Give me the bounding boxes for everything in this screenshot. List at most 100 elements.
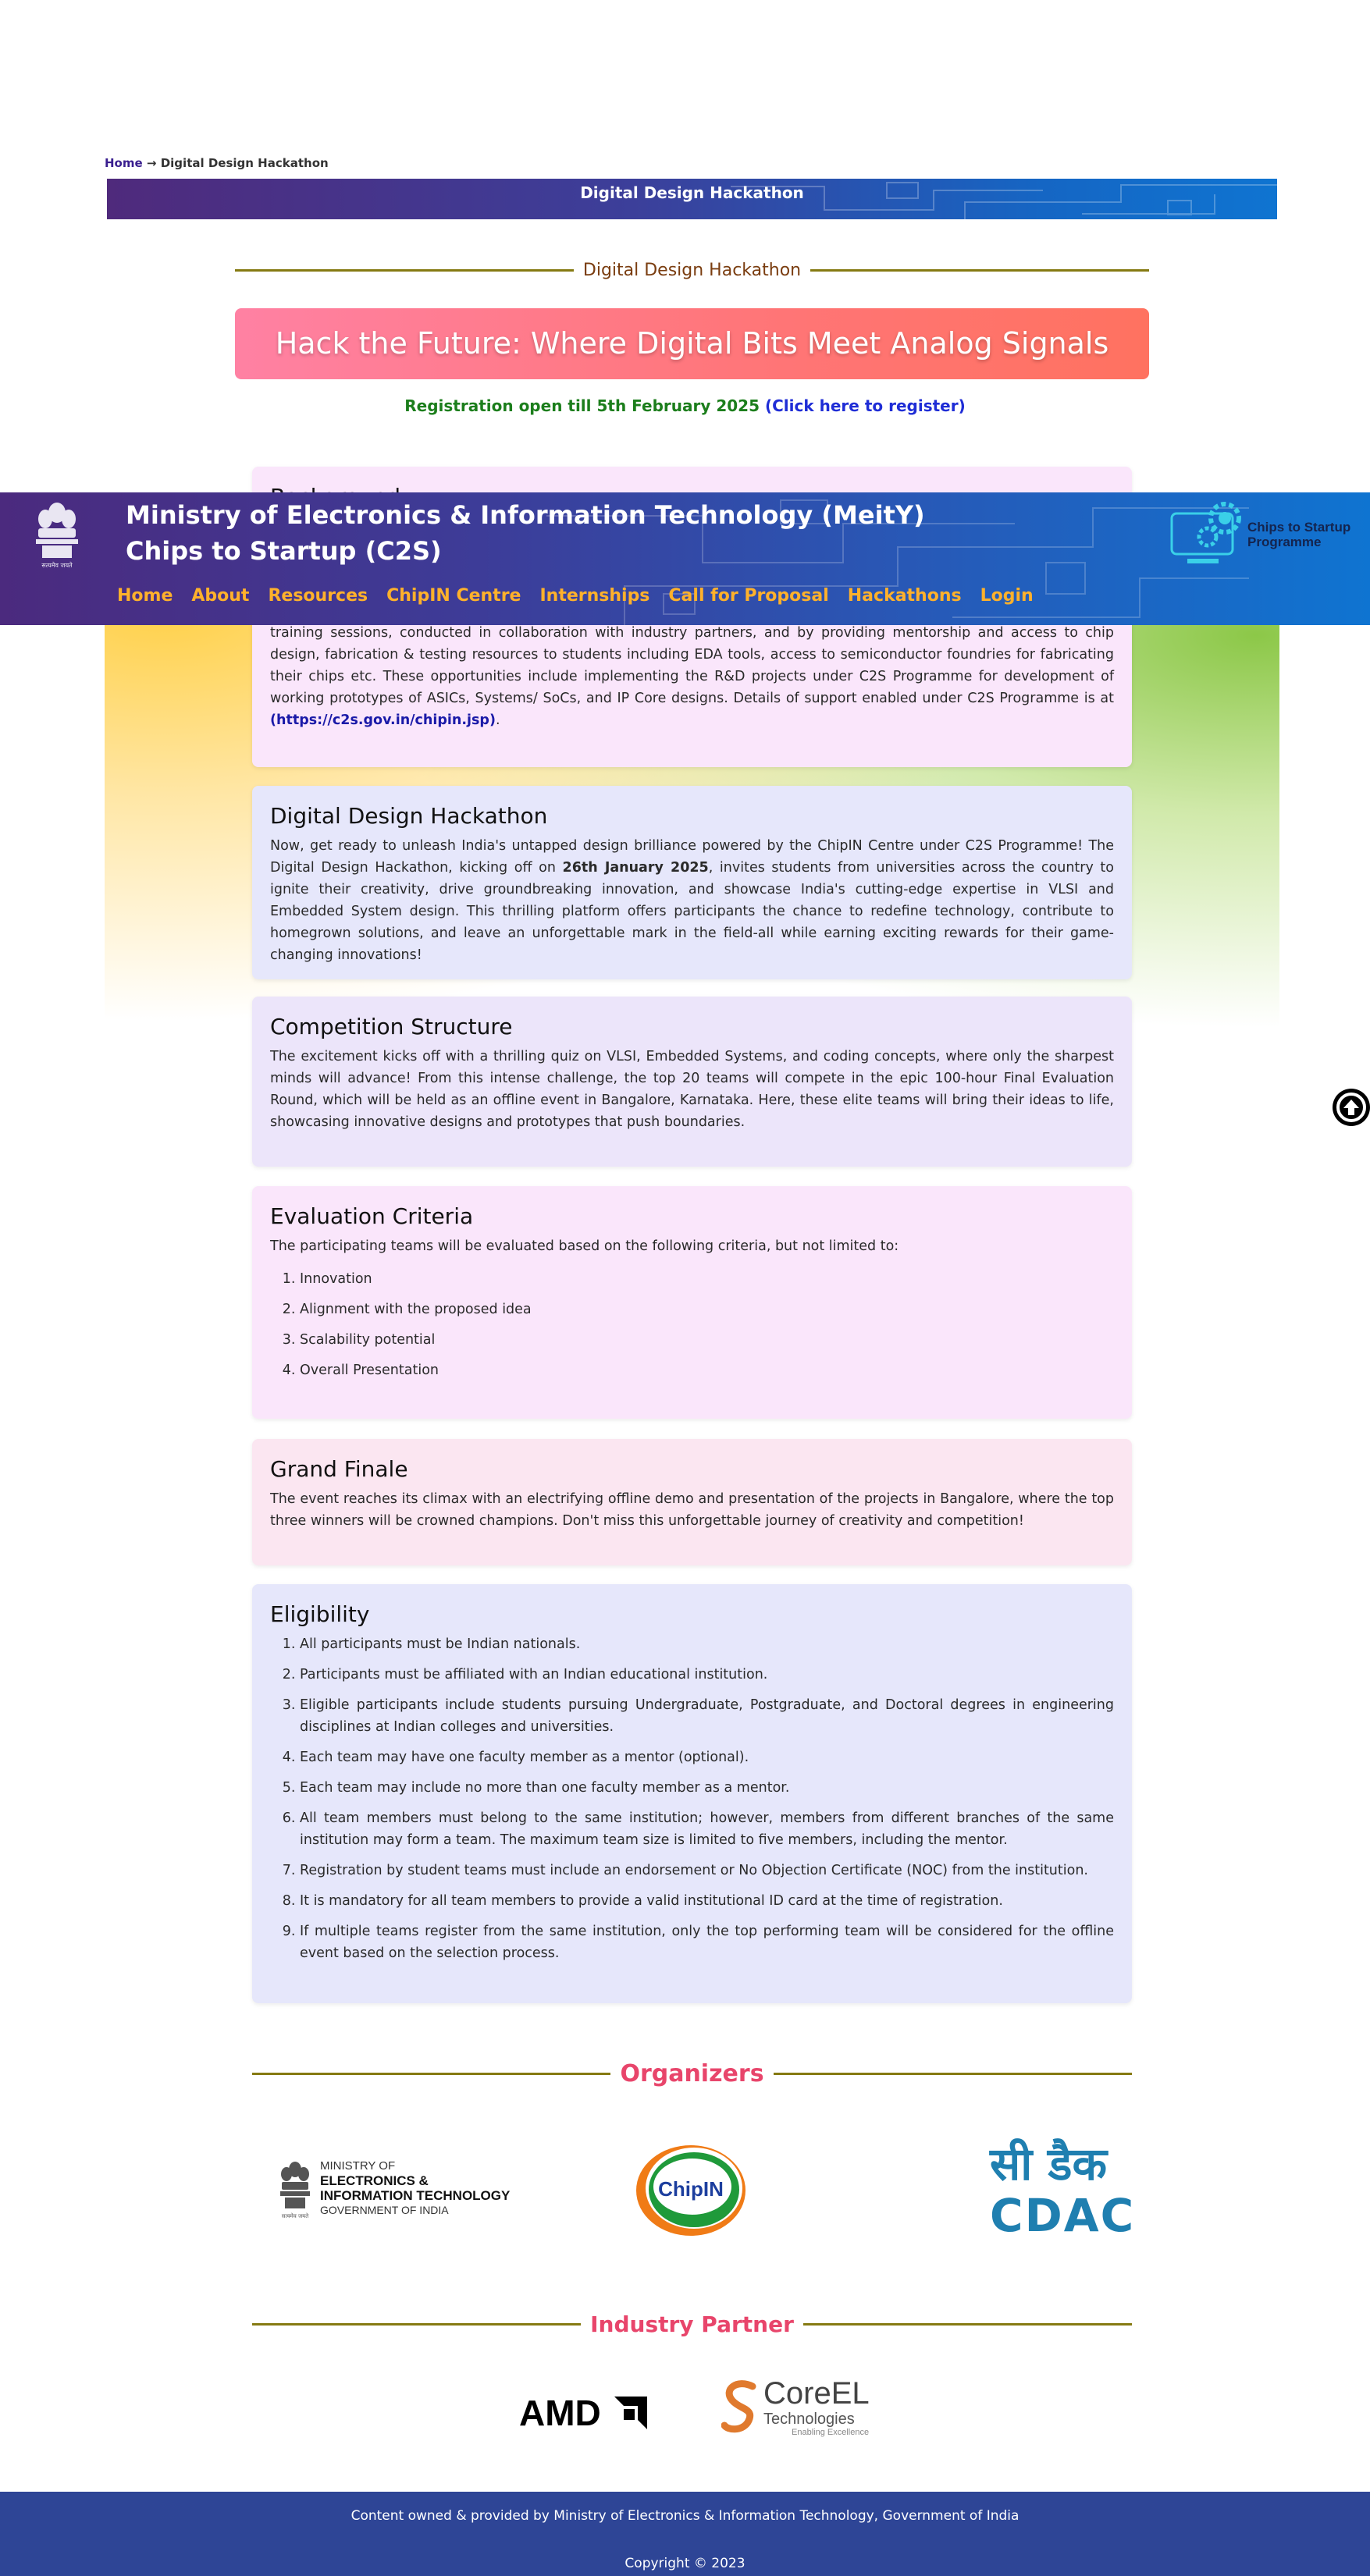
nav-home[interactable]: Home [117, 586, 173, 606]
list-item: Registration by student teams must inclu… [300, 1860, 1114, 1881]
criteria-list: Innovation Alignment with the proposed i… [300, 1268, 1114, 1381]
chipin-link[interactable]: (https://c2s.gov.in/chipin.jsp) [270, 712, 496, 728]
card-text: The participating teams will be evaluate… [270, 1238, 899, 1254]
grand-finale-card: Grand Finale The event reaches its clima… [252, 1439, 1132, 1565]
main-nav: Home About Resources ChipIN Centre Inter… [117, 586, 1034, 606]
arrow-up-icon [1336, 1093, 1366, 1122]
list-item: Each team may have one faculty member as… [300, 1746, 1114, 1768]
industry-divider: Industry Partner [252, 2311, 1132, 2337]
chip-gear-icon [1170, 502, 1241, 563]
svg-text:सत्यमेव जयते: सत्यमेव जयते [282, 2212, 309, 2219]
coreel-sub: Technologies [763, 2411, 855, 2428]
breadcrumb: Home → Digital Design Hackathon [105, 156, 329, 170]
list-item: It is mandatory for all team members to … [300, 1890, 1114, 1912]
coreel-logo[interactable]: CoreEL Technologies Enabling Excellence [721, 2376, 877, 2446]
card-text: training sessions, conducted in collabor… [270, 622, 1114, 731]
circuit-pattern [731, 182, 1277, 219]
chipin-logo[interactable]: ChipIN [633, 2141, 749, 2240]
evaluation-criteria-card: Evaluation Criteria The participating te… [252, 1186, 1132, 1419]
meity-logo-line: MINISTRY OF [320, 2159, 396, 2173]
background-text: training sessions, conducted in collabor… [270, 625, 1114, 706]
cdac-logo-latin: CDAC [990, 2189, 1136, 2242]
nav-hackathons[interactable]: Hackathons [848, 586, 962, 606]
list-item: Each team may include no more than one f… [300, 1777, 1114, 1799]
amd-arrow-icon [614, 2397, 647, 2429]
ministry-name[interactable]: Ministry of Electronics & Information Te… [126, 497, 925, 533]
nav-internships[interactable]: Internships [539, 586, 649, 606]
card-heading: Grand Finale [270, 1456, 408, 1482]
nav-chipin-centre[interactable]: ChipIN Centre [386, 586, 521, 606]
card-text: The excitement kicks off with a thrillin… [270, 1049, 1114, 1130]
card-heading: Evaluation Criteria [270, 1203, 474, 1229]
cdac-logo-hindi: सी डैक [990, 2137, 1107, 2190]
eligibility-card: Eligibility All participants must be Ind… [252, 1584, 1132, 2003]
hero-banner: Hack the Future: Where Digital Bits Meet… [235, 308, 1149, 379]
amd-logo-text: AMD [519, 2393, 601, 2433]
c2s-programme-logo[interactable]: Chips to Startup Programme [1167, 496, 1370, 574]
page-title-banner: Digital Design Hackathon [107, 179, 1277, 219]
svg-text:सत्यमेव जयते: सत्यमेव जयते [41, 561, 73, 569]
breadcrumb-home-link[interactable]: Home [105, 156, 143, 170]
footer-ownership: Content owned & provided by Ministry of … [351, 2508, 1019, 2524]
footer-copyright: Copyright © 2023 [625, 2556, 745, 2571]
eligibility-list: All participants must be Indian national… [300, 1633, 1114, 1964]
meity-logo[interactable]: सत्यमेव जयते MINISTRY OF ELECTRONICS & I… [277, 2155, 511, 2226]
list-item: Scalability potential [300, 1329, 1114, 1351]
card-text: The event reaches its climax with an ele… [270, 1491, 1114, 1529]
divider-line [802, 2323, 1132, 2326]
meity-logo-line: GOVERNMENT OF INDIA [320, 2204, 449, 2216]
breadcrumb-current: Digital Design Hackathon [160, 156, 329, 170]
nav-resources[interactable]: Resources [268, 586, 368, 606]
divider-line [252, 2323, 582, 2326]
register-link[interactable]: (Click here to register) [765, 396, 966, 415]
nav-login[interactable]: Login [980, 586, 1034, 606]
meity-logo-line: INFORMATION TECHNOLOGY [320, 2188, 511, 2203]
section-title: Digital Design Hackathon [582, 261, 802, 280]
card-text: Now, get ready to unleash India's untapp… [270, 835, 1114, 966]
organizers-title: Organizers [620, 2060, 764, 2087]
footer: Content owned & provided by Ministry of … [0, 2492, 1370, 2576]
list-item: All participants must be Indian national… [300, 1633, 1114, 1655]
list-item: Alignment with the proposed idea [300, 1299, 1114, 1320]
page-title: Digital Design Hackathon [580, 183, 804, 202]
competition-structure-card: Competition Structure The excitement kic… [252, 997, 1132, 1167]
programme-name[interactable]: Chips to Startup (C2S) [126, 533, 925, 569]
card-heading: Competition Structure [270, 1014, 513, 1039]
industry-title: Industry Partner [590, 2311, 794, 2337]
list-item: All team members must belong to the same… [300, 1807, 1114, 1851]
nav-call-for-proposal[interactable]: Call for Proposal [668, 586, 828, 606]
meity-logo-line: ELECTRONICS & [320, 2173, 429, 2188]
registration-notice: Registration open till 5th February 2025… [0, 396, 1370, 415]
coreel-name: CoreEL [763, 2376, 870, 2411]
hero-tagline: Hack the Future: Where Digital Bits Meet… [275, 326, 1109, 361]
amd-logo[interactable]: AMD [519, 2394, 648, 2432]
divider-line [252, 2073, 611, 2075]
registration-text: Registration open till 5th February 2025 [404, 396, 760, 415]
c2s-logo-line: Programme [1247, 535, 1322, 549]
breadcrumb-arrow: → [146, 156, 157, 170]
cdac-logo[interactable]: सी डैक CDAC [990, 2137, 1134, 2246]
text-end: . [495, 712, 500, 728]
list-item: If multiple teams register from the same… [300, 1920, 1114, 1964]
divider-line [773, 2073, 1132, 2075]
section-divider: Digital Design Hackathon [235, 261, 1150, 280]
hackathon-date: 26th January 2025 [562, 860, 709, 876]
organizers-divider: Organizers [252, 2060, 1132, 2087]
list-item: Participants must be affiliated with an … [300, 1664, 1114, 1686]
coreel-swirl-icon [721, 2380, 756, 2433]
ashoka-emblem-icon: सत्यमेव जयते [280, 2162, 310, 2219]
header-title: Ministry of Electronics & Information Te… [126, 497, 925, 569]
nav-about[interactable]: About [191, 586, 249, 606]
chipin-logo-text: ChipIN [658, 2177, 724, 2201]
scroll-to-top-button[interactable] [1333, 1089, 1370, 1126]
hackathon-card: Digital Design Hackathon Now, get ready … [252, 786, 1132, 979]
c2s-logo-line: Chips to Startup [1247, 520, 1351, 535]
coreel-tagline: Enabling Excellence [792, 2428, 870, 2437]
list-item: Overall Presentation [300, 1359, 1114, 1381]
divider-line [235, 269, 574, 272]
site-header: सत्यमेव जयते Ministry of Electronics & I… [0, 492, 1370, 625]
card-heading: Digital Design Hackathon [270, 803, 548, 829]
list-item: Eligible participants include students p… [300, 1694, 1114, 1738]
ashoka-emblem-icon: सत्यमेव जयते [36, 503, 78, 569]
list-item: Innovation [300, 1268, 1114, 1290]
